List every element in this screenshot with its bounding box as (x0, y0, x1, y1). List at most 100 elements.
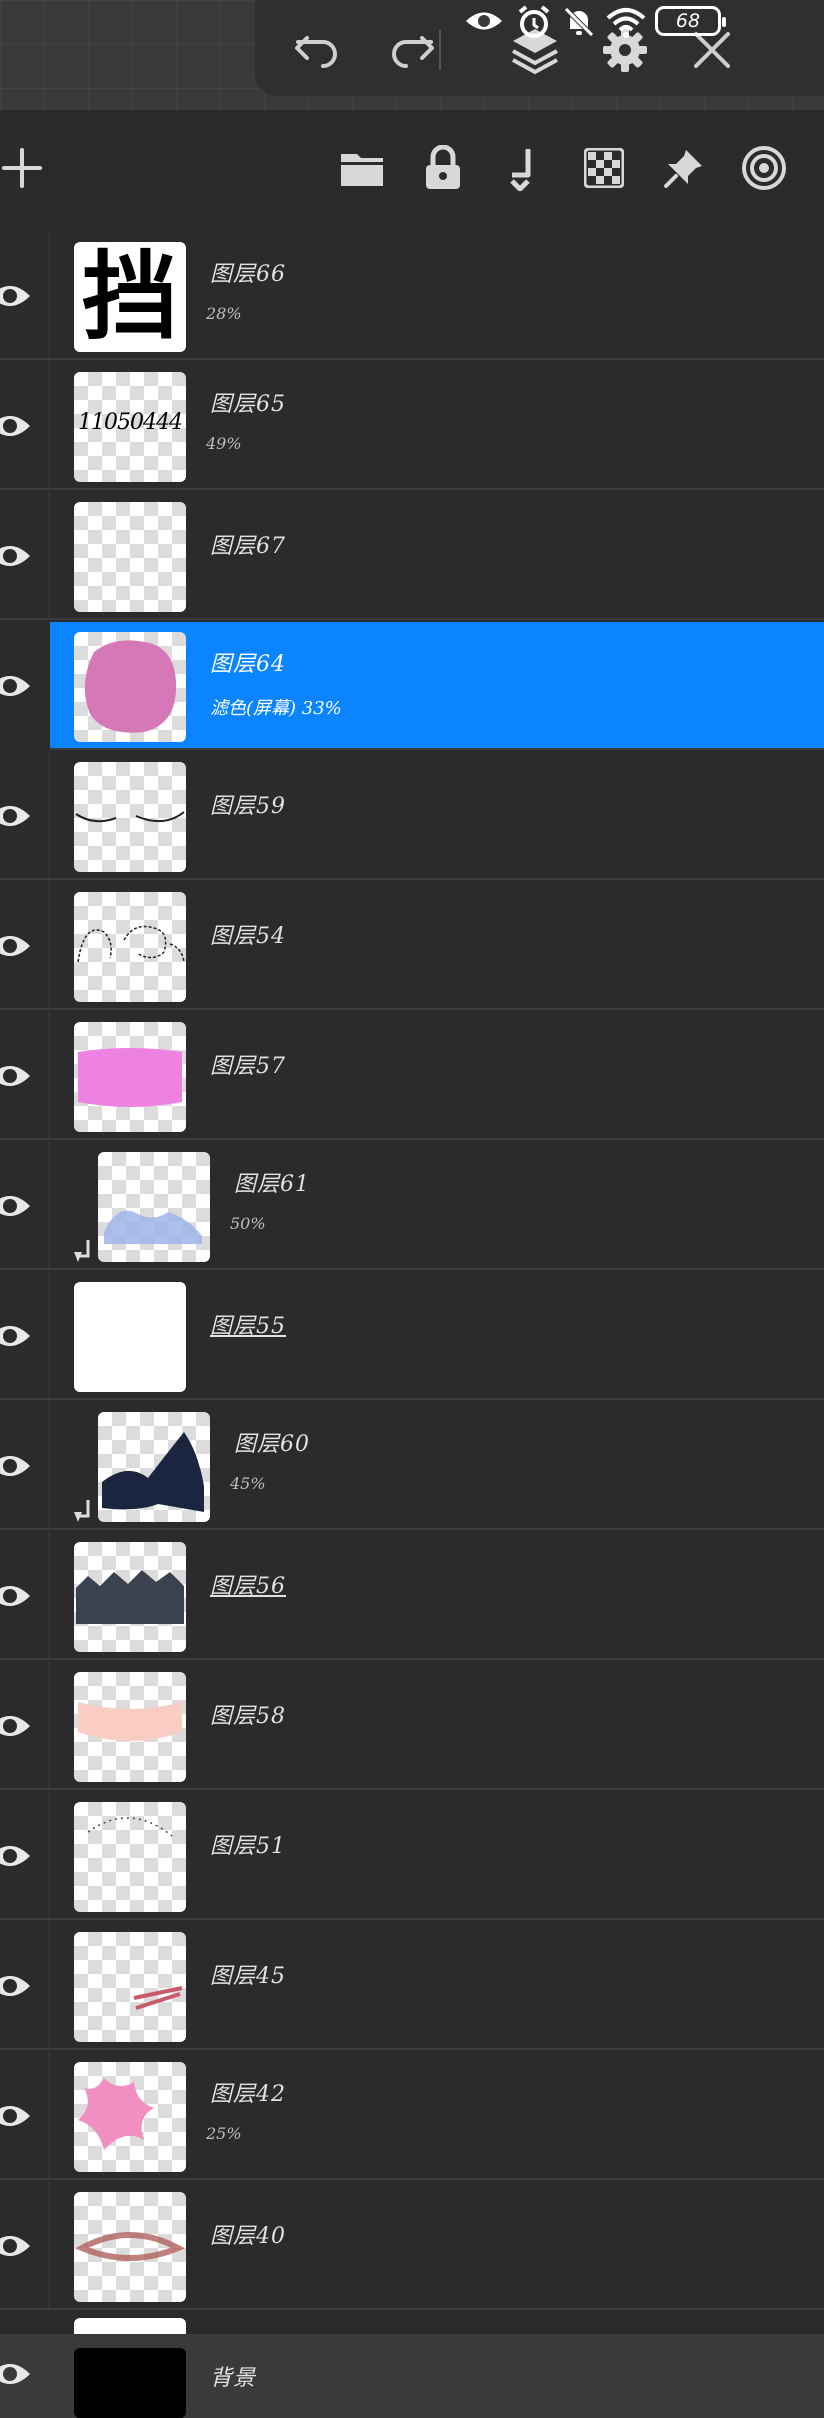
layer-thumbnail (74, 502, 186, 612)
layer-name: 图层40 (210, 2224, 286, 2249)
row-divider (48, 752, 50, 878)
clip-arrow-icon (74, 1500, 90, 1522)
layer-row[interactable]: 图层40 (0, 2182, 824, 2310)
layer-row[interactable]: 图层67 (0, 492, 824, 620)
background-layer-row[interactable]: 背景 (0, 2334, 824, 2418)
visibility-eye-icon[interactable] (0, 1836, 32, 1876)
hairclip-thumbnail (133, 1986, 183, 2010)
layer-thumbnail (74, 892, 186, 1002)
visibility-eye-icon[interactable] (0, 2226, 32, 2266)
visibility-eye-icon[interactable] (0, 1706, 32, 1746)
toolbar-divider (439, 30, 441, 70)
lock-button[interactable] (415, 140, 471, 196)
alpha-lock-button[interactable] (576, 140, 632, 196)
layer-name: 图层60 (234, 1432, 310, 1457)
clip-icon (510, 149, 531, 191)
layer-row[interactable]: 图层56 (0, 1532, 824, 1660)
layer-name: 图层57 (210, 1054, 286, 1079)
layer-row-clipped[interactable]: 图层61 50% (0, 1142, 824, 1270)
layer-row-clipped[interactable]: 图层60 45% (0, 1402, 824, 1530)
layer-row[interactable]: 图层42 25% (0, 2052, 824, 2180)
layer-thumbnail (98, 1412, 210, 1522)
layer-row[interactable]: 图层54 (0, 882, 824, 1010)
add-layer-button[interactable] (0, 140, 50, 196)
layer-row-selected[interactable]: 图层64 滤色(屏幕) 33% (0, 622, 824, 750)
layer-name: 图层56 (210, 1574, 286, 1599)
layer-thumbnail (74, 632, 186, 742)
line-art-thumbnail (75, 811, 185, 823)
visibility-eye-icon[interactable] (0, 926, 32, 966)
layer-row[interactable]: 11050444 图层65 49% (0, 362, 824, 490)
visibility-eye-icon[interactable] (0, 536, 32, 576)
alarm-icon (518, 5, 550, 38)
layer-opacity: 25% (206, 2124, 242, 2143)
layer-name: 图层64 (210, 652, 286, 677)
dark-shape-thumbnail (102, 1432, 204, 1512)
row-divider (48, 1532, 50, 1658)
layer-thumbnail: 挡 (74, 242, 186, 352)
layer-row[interactable]: 图层51 (0, 1792, 824, 1920)
layer-row[interactable]: 图层59 (0, 752, 824, 880)
visibility-eye-icon[interactable] (0, 796, 32, 836)
battery-indicator: 68 (655, 6, 726, 36)
group-button[interactable] (334, 140, 390, 196)
layer-name: 图层45 (210, 1964, 286, 1989)
layer-name: 背景 (210, 2366, 257, 2391)
layer-thumbnail (74, 1542, 186, 1652)
layer-row[interactable]: 挡 图层66 28% (0, 232, 824, 360)
lock-icon (426, 145, 460, 189)
wifi-icon (606, 8, 646, 38)
folder-icon (341, 154, 383, 186)
redo-button[interactable] (380, 18, 444, 82)
visibility-eye-icon[interactable] (0, 1316, 32, 1356)
visibility-eye-icon[interactable] (0, 1966, 32, 2006)
layer-thumbnail (74, 2062, 186, 2172)
thumbnail-text: 11050444 (78, 410, 183, 435)
checker-icon (584, 148, 624, 188)
layer-row[interactable]: 图层45 (0, 1922, 824, 2050)
layer-opacity: 50% (230, 1214, 266, 1233)
layer-name: 图层54 (210, 924, 286, 949)
pink-star-thumbnail (78, 2078, 154, 2150)
clipping-mask-button[interactable] (496, 140, 552, 196)
pin-button[interactable] (656, 140, 712, 196)
layer-thumbnail (74, 2192, 186, 2302)
row-divider (48, 492, 50, 618)
layer-thumbnail (74, 1022, 186, 1132)
layer-thumbnail (74, 1672, 186, 1782)
row-divider (48, 1402, 50, 1528)
redo-icon (392, 36, 434, 68)
add-icon (2, 148, 42, 188)
eye-icon (466, 12, 502, 30)
layer-name: 图层65 (210, 392, 286, 417)
visibility-eye-icon[interactable] (0, 276, 32, 316)
background-color-swatch (74, 2348, 186, 2418)
layer-blend-mode: 滤色(屏幕) 33% (210, 698, 342, 719)
thumbnail-glyph: 挡 (82, 242, 178, 352)
layer-thumbnail (74, 762, 186, 872)
mute-icon (564, 7, 594, 37)
visibility-eye-icon[interactable] (0, 666, 32, 706)
visibility-eye-icon[interactable] (0, 2354, 32, 2394)
sketch-thumbnail (87, 1817, 173, 1837)
row-divider (48, 1012, 50, 1138)
visibility-eye-icon[interactable] (0, 1056, 32, 1096)
reference-button[interactable] (736, 140, 792, 196)
layer-opacity: 28% (206, 304, 242, 323)
layer-row[interactable]: 图层55 (0, 1272, 824, 1400)
visibility-eye-icon[interactable] (0, 1576, 32, 1616)
layer-name: 图层61 (234, 1172, 310, 1197)
row-divider (48, 1272, 50, 1398)
visibility-eye-icon[interactable] (0, 1446, 32, 1486)
layer-row[interactable]: 图层58 (0, 1662, 824, 1790)
visibility-eye-icon[interactable] (0, 2096, 32, 2136)
layer-name: 图层55 (210, 1314, 286, 1339)
layer-thumbnail-partial (74, 2318, 186, 2334)
layer-thumbnail (74, 1282, 186, 1392)
undo-icon (295, 36, 337, 68)
visibility-eye-icon[interactable] (0, 406, 32, 446)
undo-button[interactable] (285, 18, 349, 82)
layer-row[interactable]: 图层57 (0, 1012, 824, 1140)
visibility-eye-icon[interactable] (0, 1186, 32, 1226)
layer-name: 图层67 (210, 534, 286, 559)
